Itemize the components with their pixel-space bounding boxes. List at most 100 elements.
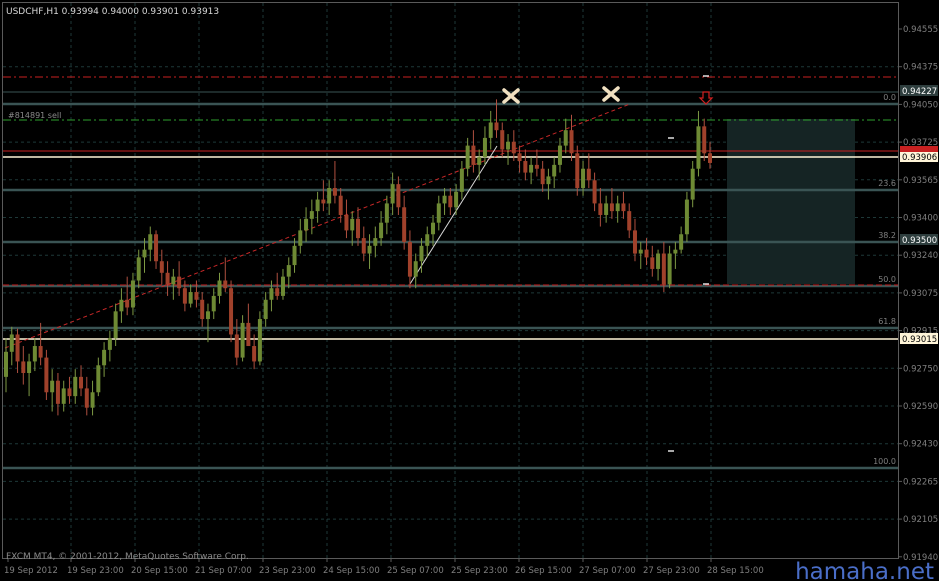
watermark: hamaha.net	[795, 559, 934, 581]
candle-body	[252, 346, 257, 362]
price-chart[interactable]: 0.0 23.6 38.2 50.0 61.8 100.0 0.94555 0.94375 0…	[0, 0, 939, 581]
candle-body	[38, 346, 43, 358]
candle-body	[159, 261, 164, 273]
candle-body	[361, 238, 366, 254]
candle-body	[234, 334, 239, 358]
candle-body	[96, 365, 101, 393]
candle-body	[592, 180, 597, 204]
candle-body	[552, 164, 557, 177]
candle-body	[73, 376, 78, 397]
x-tick-label: 28 Sep 15:00	[707, 566, 764, 576]
candle-body	[442, 195, 447, 204]
candle-body	[223, 280, 228, 289]
candle-body	[344, 214, 349, 231]
candle-body	[425, 234, 430, 246]
candle-body	[142, 249, 147, 258]
candle-body	[188, 292, 193, 304]
candle-body	[200, 299, 205, 320]
candle-body	[321, 199, 326, 204]
candle-body	[656, 253, 661, 269]
candle-body	[211, 295, 216, 312]
candle-body	[125, 299, 130, 308]
candle-body	[263, 299, 268, 320]
candle-body	[384, 203, 389, 223]
candle-body	[50, 380, 55, 393]
candle-body	[396, 184, 401, 208]
candle-body	[627, 211, 632, 231]
candle-body	[575, 153, 580, 188]
candle-body	[21, 361, 26, 373]
target-zone	[727, 119, 855, 284]
y-tick-label: 0.92590	[903, 402, 938, 412]
candle-body	[448, 195, 453, 208]
x-tick-label: 23 Sep 23:00	[259, 566, 316, 576]
candle-body	[165, 272, 170, 285]
fib-level-label: 38.2	[878, 231, 896, 240]
candle-body	[113, 311, 118, 339]
candle-body	[171, 276, 176, 285]
candle-body	[679, 234, 684, 250]
y-tick-label: 0.93400	[903, 214, 938, 224]
candle-body	[523, 161, 528, 173]
y-tick-label: 0.92430	[903, 440, 938, 450]
candle-body	[119, 299, 124, 312]
candle-body	[107, 338, 112, 350]
candle-body	[488, 122, 493, 138]
x-tick-label: 25 Sep 23:00	[451, 566, 508, 576]
price-label: 0.93500	[902, 236, 937, 246]
candle-body	[182, 288, 187, 304]
candle-body	[332, 188, 337, 196]
candle-body	[459, 168, 464, 192]
candle-body	[684, 199, 689, 235]
candle-body	[708, 153, 712, 163]
candle-body	[90, 392, 95, 408]
x-tick-label: 27 Sep 07:00	[579, 566, 636, 576]
candle-body	[327, 188, 332, 204]
candle-body	[598, 203, 603, 215]
x-tick-label: 27 Sep 23:00	[643, 566, 700, 576]
y-tick-label: 0.94050	[903, 100, 938, 110]
candle-body	[286, 265, 291, 277]
candle-body	[621, 203, 626, 212]
candle-body	[194, 292, 199, 300]
candle-body	[581, 168, 586, 188]
candle-body	[546, 176, 551, 185]
candle-body	[604, 203, 609, 215]
price-label: 0.94227	[902, 87, 937, 97]
candle-body	[84, 388, 89, 408]
candle-body	[275, 288, 280, 296]
fib-level-label: 61.8	[878, 317, 896, 326]
x-tick-label: 19 Sep 23:00	[67, 566, 124, 576]
candle-body	[338, 195, 343, 215]
price-label: 0.93015	[902, 335, 937, 345]
candle-body	[269, 288, 274, 300]
y-tick-label: 0.92750	[903, 364, 938, 374]
candle-body	[673, 249, 678, 254]
y-tick-label: 0.94375	[903, 63, 938, 73]
candle-body	[350, 218, 355, 231]
candle-body	[569, 130, 574, 154]
chart-background	[0, 0, 939, 581]
candle-body	[696, 126, 701, 169]
fib-level-label: 0.0	[883, 93, 896, 102]
candle-body	[482, 137, 487, 158]
candle-body	[506, 141, 511, 150]
candle-body	[205, 311, 210, 320]
price-axis[interactable]: 0.945550.943750.940500.937250.935650.934…	[898, 25, 938, 563]
y-tick-label: 0.93075	[903, 289, 938, 299]
candle-body	[280, 276, 285, 296]
candle-body	[494, 122, 499, 131]
candle-body	[644, 249, 649, 258]
fib-level-label: 50.0	[878, 275, 896, 284]
candle-body	[379, 222, 384, 239]
fib-level-label: 100.0	[873, 457, 896, 466]
candle-body	[615, 203, 620, 212]
candle-body	[102, 349, 107, 366]
candle-body	[4, 351, 8, 377]
x-tick-label: 24 Sep 15:00	[323, 566, 380, 576]
candle-body	[292, 245, 297, 266]
candle-body	[217, 280, 222, 296]
y-tick-label: 0.92105	[903, 515, 938, 525]
candle-body	[246, 322, 251, 347]
candle-body	[529, 164, 534, 173]
